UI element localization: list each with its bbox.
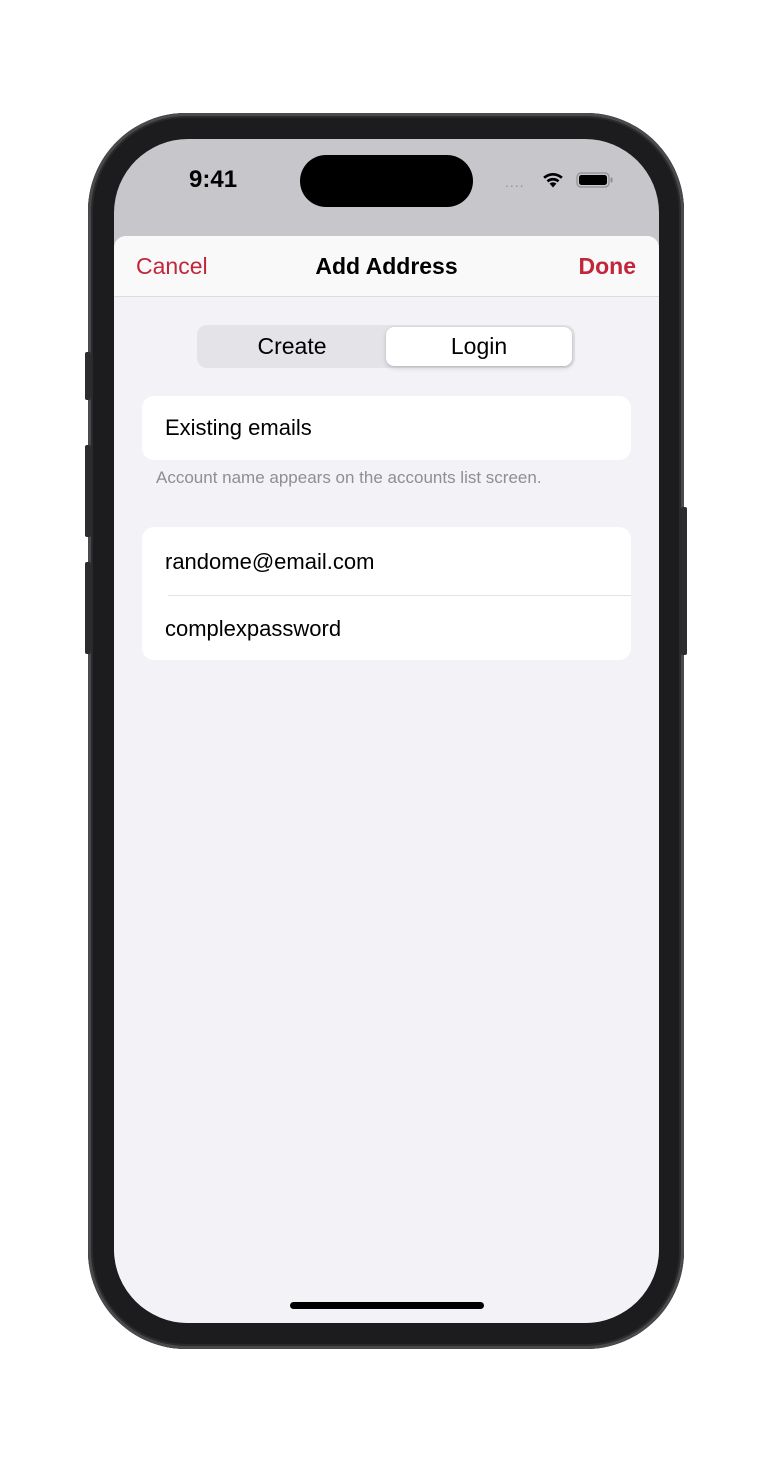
home-indicator[interactable] (290, 1302, 484, 1309)
segment-create[interactable]: Create (199, 327, 385, 366)
segment-login[interactable]: Login (386, 327, 572, 366)
cancel-button[interactable]: Cancel (136, 253, 208, 280)
mode-segmented-control: Create Login (197, 325, 575, 368)
dynamic-island (300, 155, 473, 207)
account-name-card (142, 396, 631, 460)
status-bar: 9:41 .... (114, 139, 659, 235)
password-field[interactable] (165, 614, 605, 644)
power-button (681, 507, 687, 655)
account-name-field[interactable] (165, 413, 605, 443)
cellular-signal-icon: .... (505, 174, 525, 190)
row-divider (168, 595, 631, 596)
wifi-icon (543, 172, 563, 188)
screen: 9:41 .... Cancel Add Address Done Create… (114, 139, 659, 1323)
volume-down-button (85, 562, 91, 654)
done-button[interactable]: Done (579, 253, 637, 280)
navigation-bar: Cancel Add Address Done (114, 236, 659, 297)
add-address-sheet: Cancel Add Address Done Create Login Acc… (114, 236, 659, 1323)
account-name-footer: Account name appears on the accounts lis… (156, 468, 542, 487)
action-button (85, 352, 91, 400)
email-field[interactable] (165, 547, 605, 577)
status-time: 9:41 (189, 166, 238, 193)
battery-icon (576, 172, 613, 188)
credentials-card (142, 527, 631, 660)
volume-up-button (85, 445, 91, 537)
